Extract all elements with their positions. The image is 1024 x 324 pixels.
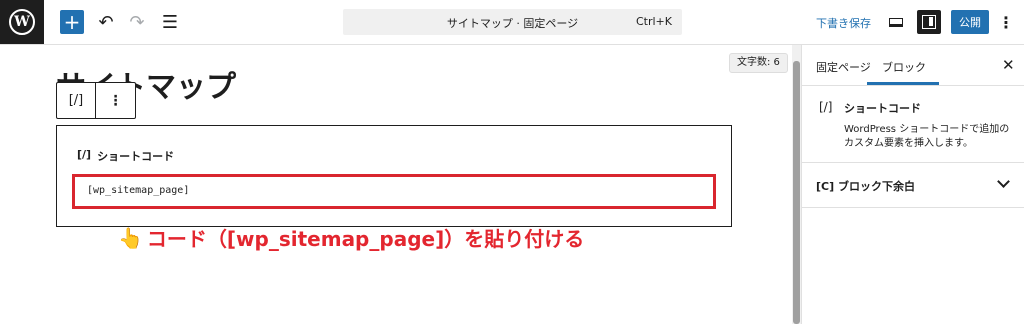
- shortcode-block[interactable]: [/] ショートコード [wp_sitemap_page]: [56, 125, 732, 227]
- panel-title: [C] ブロック下余白: [816, 180, 915, 193]
- wordpress-logo-button[interactable]: W: [0, 0, 44, 44]
- add-block-button[interactable]: +: [60, 10, 84, 34]
- list-view-icon[interactable]: ☰: [158, 10, 182, 34]
- save-draft-button[interactable]: 下書き保存: [816, 15, 871, 31]
- block-toolbar: [/] ⋮: [56, 82, 136, 119]
- sidebar-panel-icon: [922, 15, 936, 29]
- shortcode-block-type-icon[interactable]: [/]: [57, 83, 96, 118]
- command-palette-bar[interactable]: サイトマップ · 固定ページ Ctrl+K: [343, 9, 682, 35]
- block-card-description: WordPress ショートコードで追加のカスタム要素を挿入します。: [844, 124, 1010, 149]
- settings-sidebar: 固定ページ ブロック ✕ [/] ショートコード WordPress ショートコ…: [801, 45, 1024, 324]
- tab-page[interactable]: 固定ページ: [816, 59, 871, 75]
- wordpress-logo-icon: W: [9, 9, 35, 35]
- word-count-badge: 文字数: 6: [729, 53, 788, 73]
- document-title: サイトマップ · 固定ページ: [446, 17, 579, 30]
- block-bottom-margin-panel[interactable]: [C] ブロック下余白: [802, 163, 1024, 208]
- publish-button[interactable]: 公開: [951, 10, 989, 34]
- redo-icon[interactable]: ↷: [125, 10, 149, 34]
- shortcode-label-text: ショートコード: [97, 150, 175, 163]
- block-card: [/] ショートコード WordPress ショートコードで追加のカスタム要素を…: [802, 86, 1024, 163]
- close-icon[interactable]: ✕: [1002, 56, 1015, 74]
- settings-toggle-button[interactable]: [917, 10, 941, 34]
- instruction-text: コード（[wp_sitemap_page]）を貼り付ける: [146, 227, 585, 251]
- undo-icon[interactable]: ↶: [94, 10, 118, 34]
- sidebar-tabs: 固定ページ ブロック ✕: [802, 45, 1024, 86]
- scrollbar-thumb[interactable]: [793, 61, 800, 324]
- command-shortcut-hint: Ctrl+K: [635, 15, 672, 28]
- editor-canvas: サイトマップ 文字数: 6 [/] ⋮ [/] ショートコード [wp_site…: [0, 45, 792, 324]
- block-options-icon[interactable]: ⋮: [96, 83, 135, 118]
- editor-header: W + ↶ ↷ ☰ サイトマップ · 固定ページ Ctrl+K 下書き保存 公開…: [0, 0, 1024, 45]
- shortcode-icon: [/]: [819, 100, 833, 114]
- shortcode-block-label: [/] ショートコード: [77, 148, 174, 164]
- block-card-title: ショートコード: [844, 102, 921, 115]
- shortcode-input[interactable]: [wp_sitemap_page]: [72, 174, 716, 209]
- pointing-hand-icon: 👆: [118, 225, 143, 250]
- editor-scrollbar[interactable]: [792, 45, 801, 324]
- active-tab-indicator: [867, 82, 939, 85]
- preview-button[interactable]: [886, 13, 906, 31]
- shortcode-icon: [/]: [77, 148, 92, 161]
- tab-block[interactable]: ブロック: [882, 59, 926, 75]
- options-menu-icon[interactable]: ⋮: [998, 10, 1014, 34]
- instruction-annotation: 👆 コード（[wp_sitemap_page]）を貼り付ける: [118, 223, 584, 252]
- laptop-icon: [889, 17, 903, 27]
- chevron-down-icon: [997, 175, 1010, 188]
